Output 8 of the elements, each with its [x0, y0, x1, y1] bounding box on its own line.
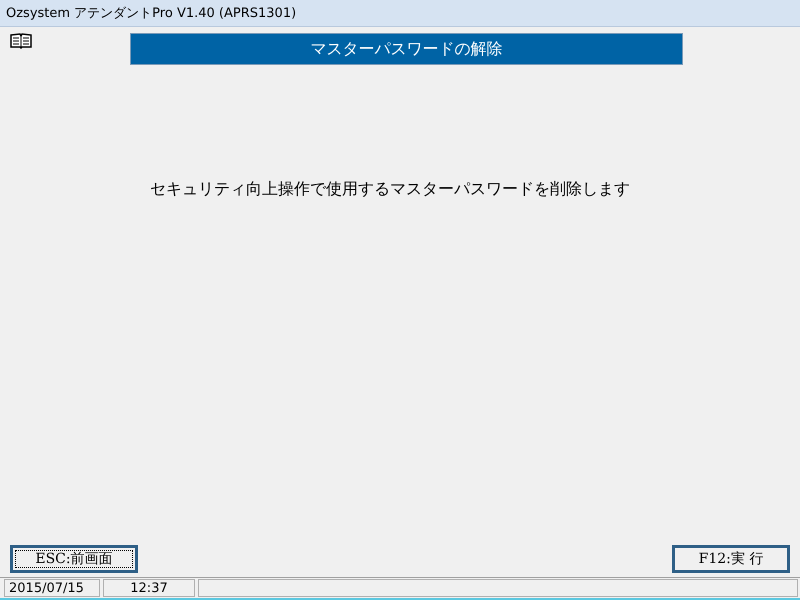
- date-status: 2015/07/15: [4, 579, 100, 597]
- message-text: セキュリティ向上操作で使用するマスターパスワードを削除します: [149, 179, 631, 200]
- book-icon: [10, 33, 32, 49]
- function-key-button[interactable]: F12:実 行: [672, 545, 790, 573]
- window-title: Ozsystem アテンダントPro V1.40 (APRS1301): [6, 5, 296, 22]
- time-status: 12:37: [103, 579, 195, 597]
- function-key-button[interactable]: ESC:前画面: [10, 545, 138, 573]
- screen-header: マスターパスワードの解除: [130, 33, 683, 65]
